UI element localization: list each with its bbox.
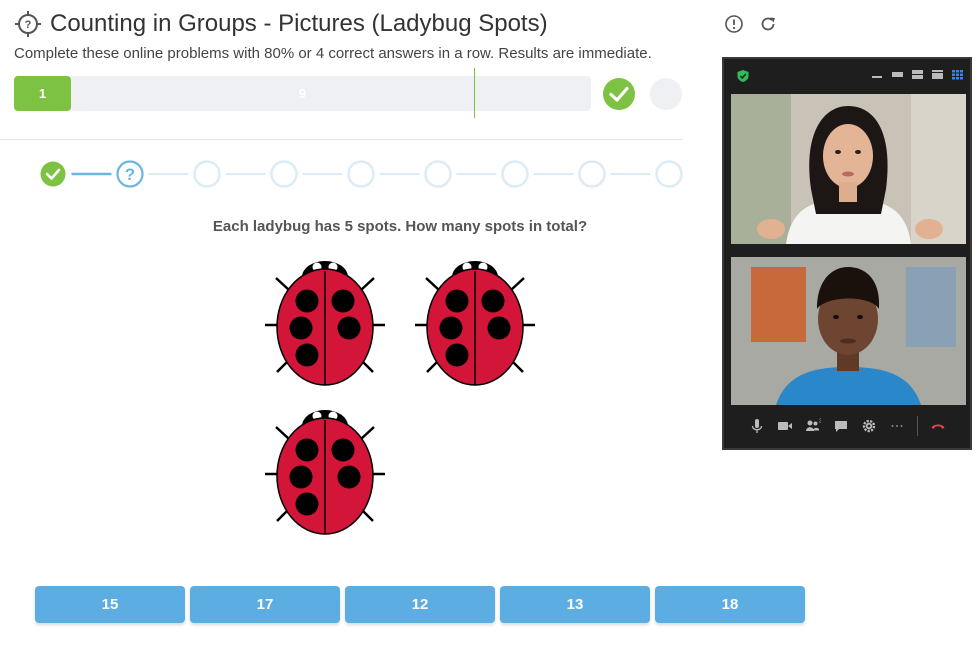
target-question-icon: ? — [15, 11, 41, 37]
step-pending-circle — [424, 160, 452, 188]
participant-boy-image — [731, 257, 966, 405]
question-text: Each ladybug has 5 spots. How many spots… — [212, 218, 588, 235]
chat-icon[interactable] — [833, 418, 849, 434]
info-circle-icon[interactable] — [724, 14, 744, 34]
progress-total-label: 9 — [298, 86, 307, 101]
header-actions — [724, 14, 778, 34]
step-pending-circle — [347, 160, 375, 188]
refresh-icon[interactable] — [758, 14, 778, 34]
answer-button[interactable]: 12 — [345, 586, 495, 623]
control-separator — [916, 416, 918, 436]
pending-badge — [650, 78, 682, 110]
svg-text:?: ? — [25, 19, 32, 31]
step-pending-circle — [578, 160, 606, 188]
answer-button[interactable]: 13 — [500, 586, 650, 623]
ladybug-icon — [263, 255, 387, 387]
score-progress-bar: 9 1 — [14, 76, 591, 111]
participant-woman-image — [731, 94, 966, 244]
participant-video-2[interactable] — [731, 257, 966, 405]
answer-button[interactable]: 15 — [35, 586, 185, 623]
check-circle-icon — [603, 78, 635, 110]
step-done-check-icon — [40, 161, 66, 187]
title-row: ? Counting in Groups - Pictures (Ladybug… — [14, 10, 548, 38]
page-title: Counting in Groups - Pictures (Ladybug S… — [50, 10, 548, 37]
call-controls: 2 — [724, 404, 970, 448]
shield-check-icon — [737, 70, 749, 82]
answer-button[interactable]: 17 — [190, 586, 340, 623]
participants-count-badge: 2 — [819, 419, 821, 425]
progress-target-marker — [474, 68, 475, 118]
step-indicator: ? — [38, 158, 688, 190]
camera-icon[interactable] — [777, 418, 793, 434]
minimize-icon[interactable] — [871, 69, 884, 80]
svg-text:?: ? — [125, 165, 135, 184]
answer-button[interactable]: 18 — [655, 586, 805, 623]
answer-choices: 15 17 12 13 18 — [35, 586, 805, 623]
layout-small-icon[interactable] — [891, 69, 904, 80]
divider — [0, 139, 683, 140]
step-pending-circle — [270, 160, 298, 188]
ladybug-icon — [413, 255, 537, 387]
participant-video-1[interactable] — [731, 94, 966, 244]
grid-view-icon[interactable] — [951, 69, 964, 80]
settings-icon[interactable] — [861, 418, 877, 434]
ladybug-icon — [263, 404, 387, 536]
layout-wide-icon[interactable] — [931, 69, 944, 80]
video-call-panel: 2 — [722, 57, 972, 450]
step-pending-circle — [193, 160, 221, 188]
hang-up-icon[interactable] — [930, 418, 946, 434]
more-icon[interactable] — [889, 418, 905, 434]
step-current-question-icon: ? — [116, 160, 144, 188]
progress-correct-fill: 1 — [14, 76, 71, 111]
step-pending-circle — [501, 160, 529, 188]
step-connectors: ? — [40, 160, 683, 188]
microphone-icon[interactable] — [749, 418, 765, 434]
layout-stack-icon[interactable] — [911, 69, 924, 80]
participants-icon[interactable]: 2 — [805, 418, 821, 434]
instructions-text: Complete these online problems with 80% … — [14, 45, 652, 62]
step-pending-circle — [655, 160, 683, 188]
video-toolbar — [724, 59, 970, 91]
